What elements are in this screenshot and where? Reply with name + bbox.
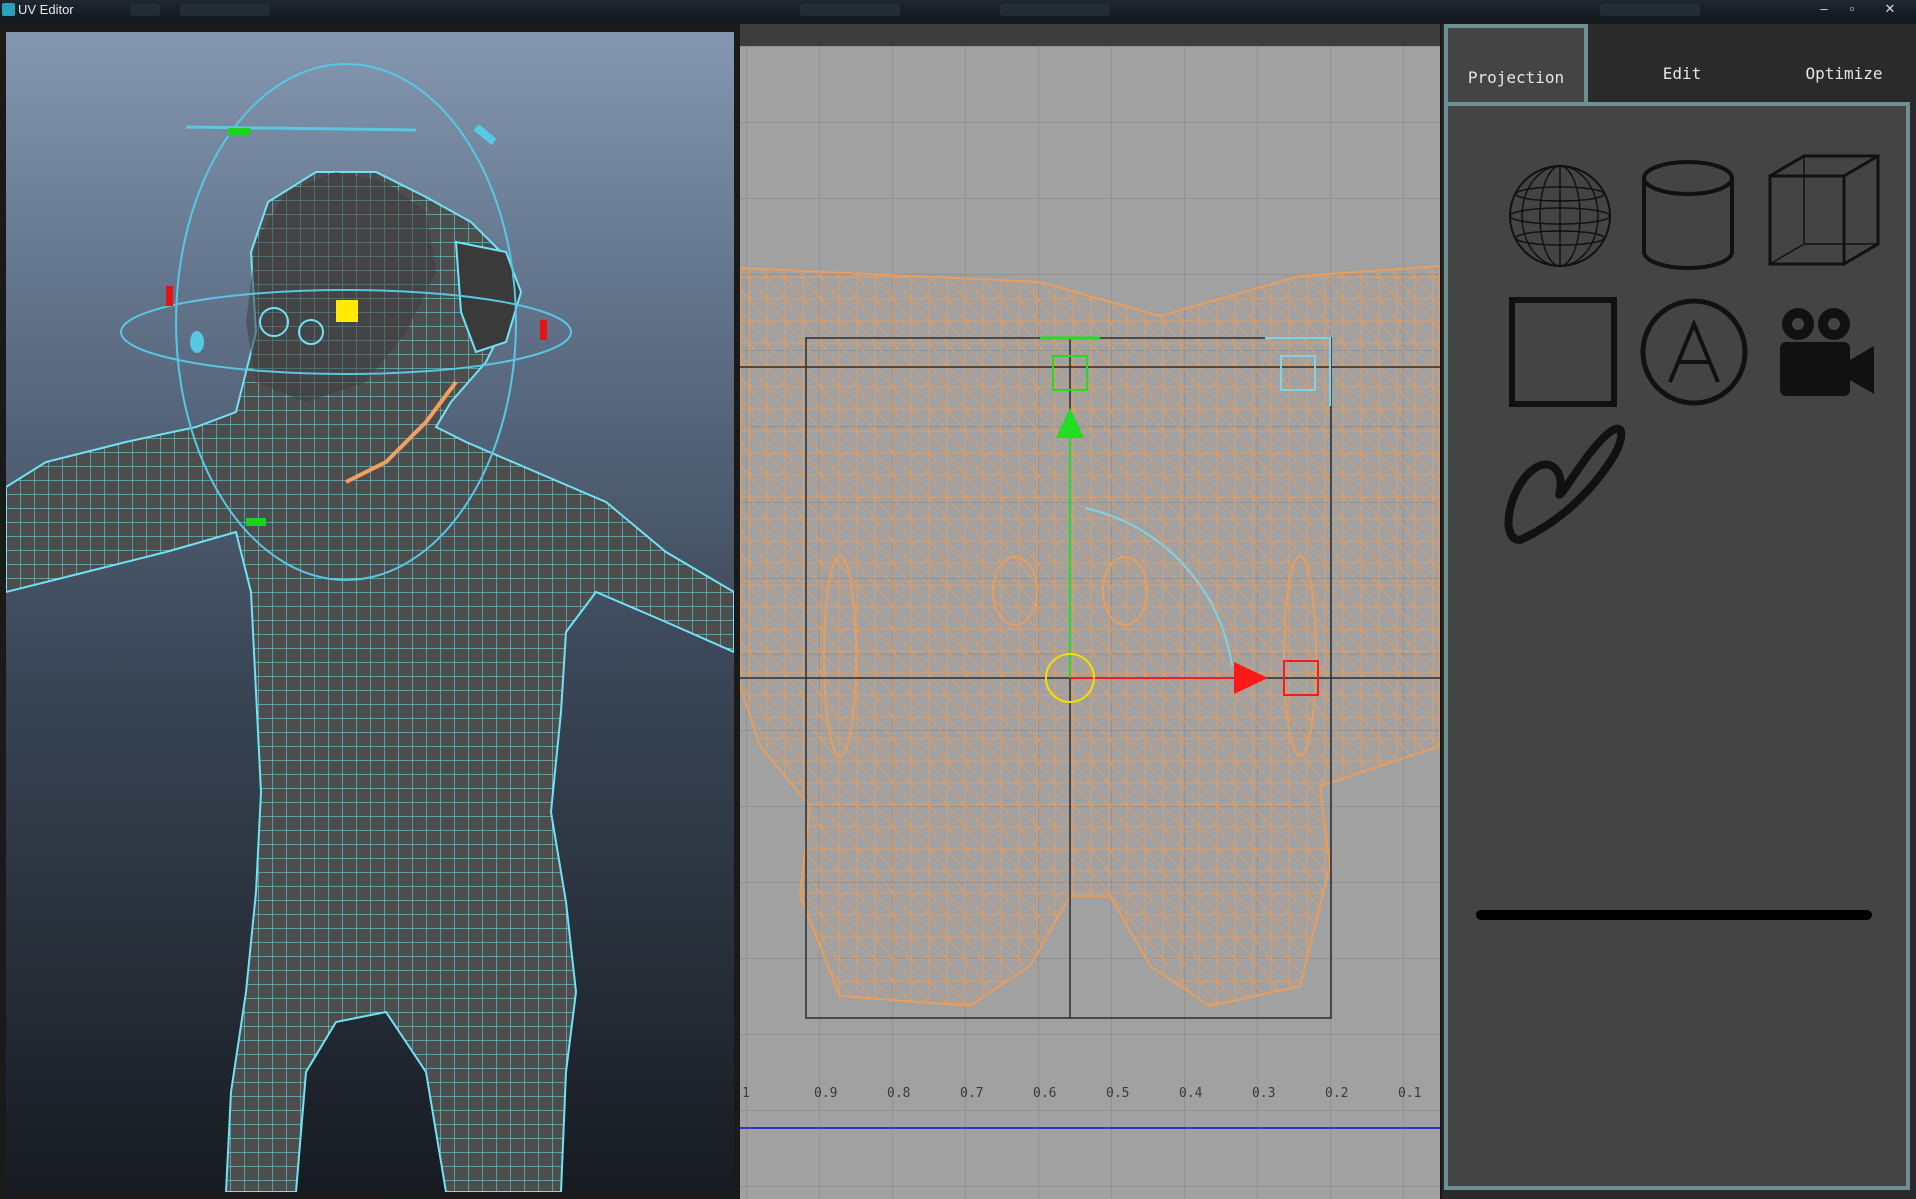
restore-button[interactable]: ▫ — [1836, 0, 1868, 18]
u-axis-label: 0.8 — [887, 1086, 911, 1101]
rotate-handle[interactable] — [190, 331, 204, 353]
u-axis-label: 1 — [742, 1086, 750, 1101]
cube-projection-icon[interactable] — [1764, 152, 1884, 272]
camera-projection-icon[interactable] — [1776, 304, 1876, 400]
tab-label: Edit — [1662, 64, 1702, 83]
scale-handle-left[interactable] — [166, 286, 173, 306]
scale-handle-bottom[interactable] — [246, 518, 266, 526]
character-mesh[interactable] — [6, 171, 734, 1192]
u-axis-label: 0.7 — [960, 1086, 984, 1101]
planar-projection-icon[interactable] — [1508, 296, 1618, 408]
title-bar: UV Editor – ▫ ✕ — [0, 0, 1916, 20]
app-icon — [2, 3, 15, 16]
u-axis-label: 0.5 — [1106, 1086, 1130, 1101]
u-axis-label: 0.1 — [1398, 1086, 1422, 1101]
scale-handle-top[interactable] — [228, 128, 250, 136]
contour-stretch-icon[interactable] — [1500, 412, 1630, 552]
taskbar-item[interactable] — [800, 4, 900, 16]
viewport-canvas[interactable] — [6, 32, 734, 1192]
taskbar-item[interactable] — [180, 4, 270, 16]
automatic-projection-icon[interactable] — [1638, 296, 1750, 408]
cylindrical-projection-icon[interactable] — [1638, 158, 1738, 274]
uv-editor-view[interactable]: 1 0.9 0.8 0.7 0.6 0.5 0.4 0.3 0.2 0.1 — [740, 24, 1440, 1199]
uv-toolkit-panel: Projection Edit Optimize — [1442, 24, 1916, 1199]
taskbar-item[interactable] — [1000, 4, 1110, 16]
u-axis-label: 0.3 — [1252, 1086, 1276, 1101]
window-title: UV Editor — [18, 2, 74, 17]
taskbar-item[interactable] — [130, 4, 160, 16]
tab-label: Optimize — [1805, 64, 1883, 83]
panel-divider-slider[interactable] — [1476, 910, 1872, 920]
3d-viewport[interactable] — [6, 32, 734, 1192]
u-axis-label: 0.2 — [1325, 1086, 1349, 1101]
tab-optimize[interactable]: Optimize — [1776, 24, 1912, 102]
taskbar-item[interactable] — [1600, 4, 1700, 16]
close-button[interactable]: ✕ — [1874, 0, 1906, 18]
uv-canvas[interactable] — [740, 46, 1440, 1199]
u-axis-label: 0.4 — [1179, 1086, 1203, 1101]
tab-label: Projection — [1467, 68, 1565, 87]
scale-handle-right[interactable] — [540, 320, 547, 340]
tab-projection[interactable]: Projection — [1444, 24, 1588, 102]
spherical-projection-icon[interactable] — [1504, 160, 1616, 272]
center-handle[interactable] — [336, 300, 358, 322]
uv-editor-toolbar-strip — [740, 24, 1440, 46]
tab-edit[interactable]: Edit — [1612, 24, 1752, 102]
u-axis-label: 0.6 — [1033, 1086, 1057, 1101]
u-axis-label: 0.9 — [814, 1086, 838, 1101]
